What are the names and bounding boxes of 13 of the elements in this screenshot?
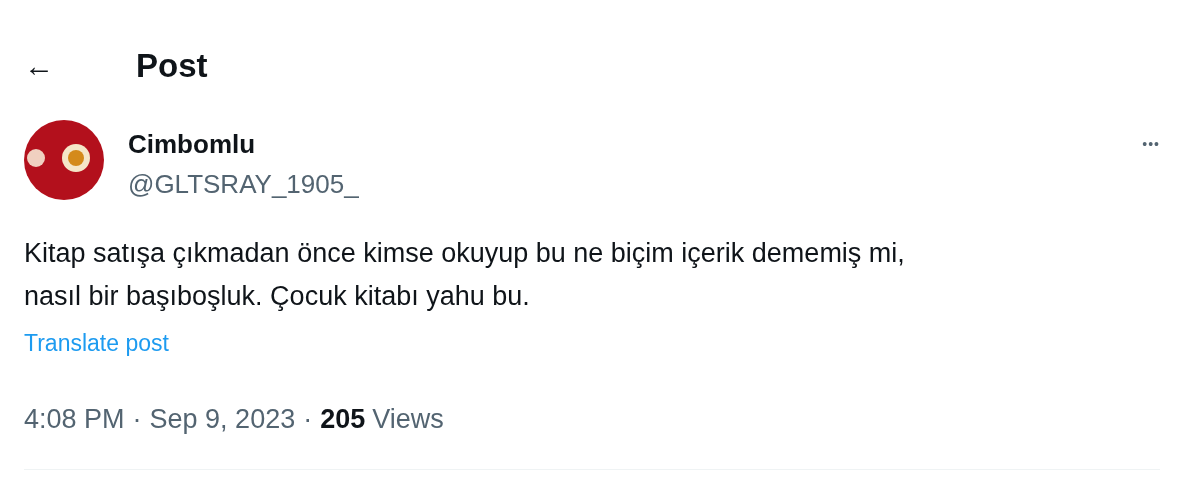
separator-dot: ·: [132, 402, 142, 436]
more-button[interactable]: •••: [1142, 134, 1160, 155]
post-text: Kitap satışa çıkmadan önce kimse okuyup bu ne biçim içerik dememiş mi, nasıl bir başıboşluk. Çocuk kitabı yahu bu.: [24, 237, 906, 313]
author-handle[interactable]: @GLTSRAY_1905_: [128, 166, 359, 202]
back-button[interactable]: ←: [24, 51, 64, 81]
author-name[interactable]: Cimbomlu: [128, 126, 359, 162]
separator-dot: ·: [303, 402, 313, 436]
views-label: Views: [372, 402, 444, 436]
view-count: 205: [320, 402, 366, 436]
page-title: Post: [136, 46, 208, 87]
post-time[interactable]: 4:08 PM: [24, 398, 125, 439]
avatar[interactable]: [24, 120, 104, 200]
post-date[interactable]: Sep 9, 2023: [149, 398, 296, 439]
